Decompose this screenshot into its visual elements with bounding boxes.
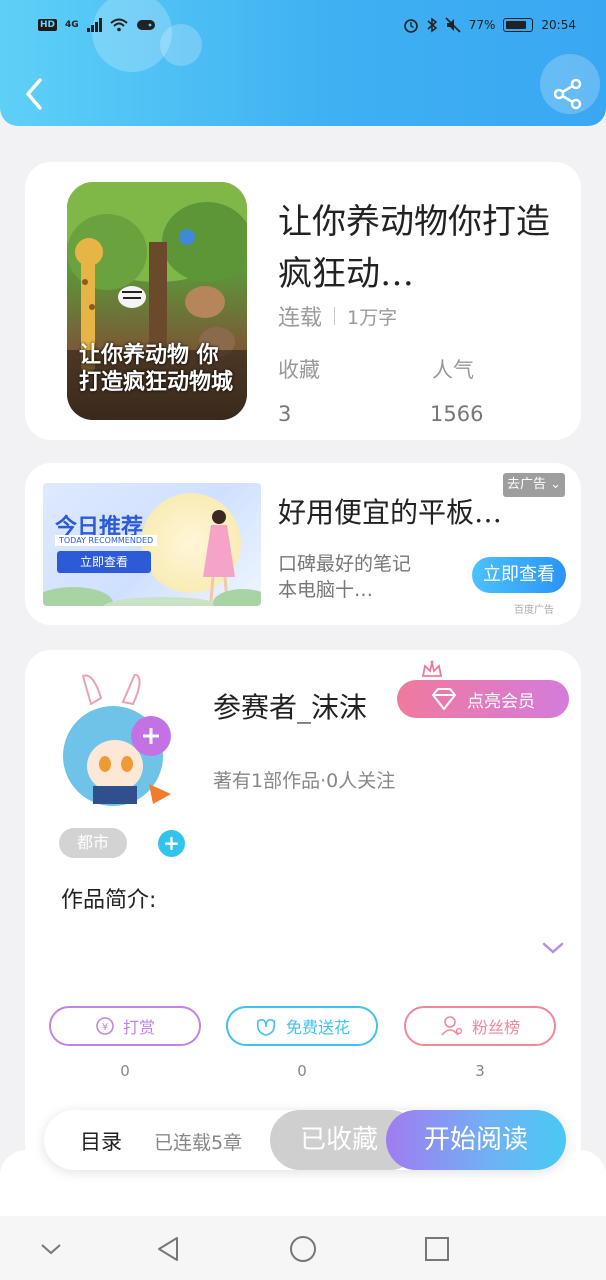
bluetooth-icon: [427, 17, 437, 33]
ad-image-button: 立即查看: [57, 551, 151, 573]
toc-button[interactable]: 目录: [80, 1126, 122, 1156]
clock: 20:54: [541, 18, 576, 32]
share-icon[interactable]: [552, 78, 584, 110]
nav-recents-icon[interactable]: [422, 1234, 452, 1264]
book-status: 连载: [278, 306, 323, 331]
status-bar: HD 4G 77% 20:54: [38, 14, 576, 36]
remove-ad-label: 去广告: [507, 477, 547, 492]
chevron-down-icon: ⌄: [550, 477, 562, 492]
author-name: 参赛者_沫沫: [213, 691, 368, 724]
reward-label: 打赏: [122, 1018, 155, 1037]
send-flower-button[interactable]: 免费送花: [226, 1006, 378, 1046]
vip-label: 点亮会员: [467, 691, 535, 712]
author-info: 著有1部作品·0人关注: [213, 770, 396, 792]
user-icon: [441, 1016, 463, 1036]
nav-back-icon[interactable]: [153, 1234, 183, 1264]
book-meta: 连载 1万字: [278, 300, 397, 332]
author-card: 参赛者_沫沫 点亮会员 著有1部作品·0人关注 都市 + 作品简介: ¥ 打赏 …: [25, 650, 581, 1170]
book-info-card: 让你养动物 你打造疯狂动物城 让你养动物你打造疯狂动… 连载 1万字 收藏 人气…: [25, 162, 581, 440]
add-tag-button[interactable]: +: [158, 830, 185, 857]
system-nav-bar: [0, 1216, 606, 1280]
ad-mark: 百度广告: [514, 605, 554, 616]
ad-view-button[interactable]: 立即查看: [472, 557, 566, 593]
network-label: 4G: [65, 20, 79, 30]
svg-text:¥: ¥: [102, 1022, 108, 1033]
wifi-icon: [110, 18, 128, 32]
send-flower-label: 免费送花: [285, 1018, 350, 1037]
diamond-icon: [431, 688, 457, 710]
ad-image-subtitle: TODAY RECOMMENDED: [55, 535, 158, 546]
chapter-count: 已连载5章: [154, 1132, 243, 1154]
favorites-label: 收藏: [278, 358, 320, 382]
flower-icon: [256, 1019, 276, 1036]
hide-nav-icon[interactable]: [36, 1234, 66, 1264]
battery-icon: [503, 18, 534, 32]
plus-icon: +: [163, 831, 180, 855]
chevron-down-icon[interactable]: [541, 940, 565, 956]
ad-title[interactable]: 好用便宜的平板…: [278, 491, 502, 531]
back-icon[interactable]: [20, 76, 50, 112]
start-reading-button[interactable]: 开始阅读: [386, 1110, 566, 1170]
reading-bar: 目录 已连载5章 已收藏 开始阅读: [44, 1110, 566, 1170]
battery-percent: 77%: [468, 18, 496, 32]
flower-count: 0: [297, 1062, 307, 1080]
header: HD 4G 77% 20:54: [0, 0, 606, 126]
reward-count: 0: [120, 1062, 130, 1080]
book-title: 让你养动物你打造疯狂动…: [278, 202, 550, 294]
popularity-label: 人气: [432, 358, 474, 382]
nav-home-icon[interactable]: [288, 1234, 318, 1264]
ad-card[interactable]: 今日推荐 TODAY RECOMMENDED 立即查看 好用便宜的平板… 口碑最…: [25, 463, 581, 625]
gamepad-icon: [136, 20, 155, 30]
remove-ad-button[interactable]: 去广告 ⌄: [503, 473, 566, 497]
hd-icon: HD: [38, 19, 58, 31]
fan-ranking-label: 粉丝榜: [471, 1018, 520, 1037]
ad-image[interactable]: 今日推荐 TODAY RECOMMENDED 立即查看: [43, 483, 261, 606]
intro-label: 作品简介:: [61, 888, 157, 913]
book-cover[interactable]: 让你养动物 你打造疯狂动物城: [67, 182, 247, 420]
popularity-value: 1566: [430, 402, 484, 426]
vip-button[interactable]: 点亮会员: [397, 680, 569, 718]
favorites-value: 3: [278, 402, 292, 426]
fan-count: 3: [475, 1062, 485, 1080]
divider: [334, 307, 336, 325]
genre-tag[interactable]: 都市: [59, 828, 127, 858]
plant-decoration: [43, 587, 261, 606]
mute-icon: [445, 17, 461, 33]
ad-description: 口碑最好的笔记本电脑十…: [278, 553, 412, 601]
crown-icon: [421, 660, 443, 677]
coin-icon: ¥: [96, 1017, 114, 1035]
cover-title: 让你养动物 你打造疯狂动物城: [79, 342, 234, 395]
alarm-icon: [403, 19, 418, 33]
word-count: 1万字: [347, 306, 398, 329]
avatar[interactable]: [53, 674, 173, 808]
fan-ranking-button[interactable]: 粉丝榜: [404, 1006, 556, 1046]
signal-icon: [86, 18, 102, 32]
reward-button[interactable]: ¥ 打赏: [49, 1006, 201, 1046]
